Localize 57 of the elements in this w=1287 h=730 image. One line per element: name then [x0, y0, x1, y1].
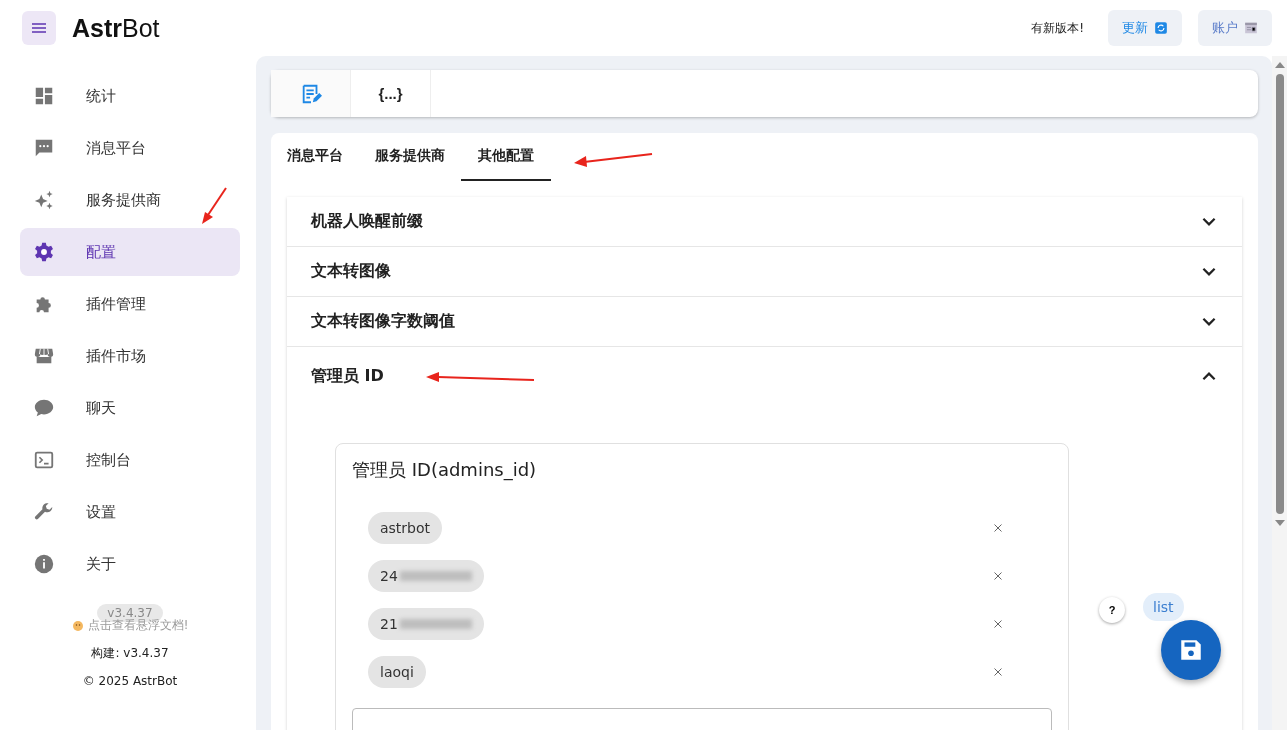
settings-icon: [33, 241, 55, 263]
close-icon: [992, 570, 1004, 582]
tab[interactable]: 服务提供商: [359, 133, 461, 181]
tab[interactable]: 消息平台: [271, 133, 359, 181]
copyright: © 2025 AstrBot: [82, 674, 178, 688]
terminal-icon: [33, 449, 55, 471]
annotation-arrow: [200, 186, 230, 226]
list-item-chip: 21: [368, 608, 484, 640]
field-title: 管理员 ID(admins_id): [352, 458, 538, 482]
sidebar-item[interactable]: 插件市场: [20, 332, 240, 380]
save-icon: [1178, 637, 1204, 663]
update-notice: 有新版本!: [1031, 19, 1084, 37]
panel-header[interactable]: 管理员 ID: [287, 347, 1242, 405]
close-icon: [992, 618, 1004, 630]
chevron-down-icon: [1202, 267, 1216, 276]
account-button[interactable]: 账户: [1198, 10, 1272, 46]
panel-header[interactable]: 机器人唤醒前缀: [287, 197, 1242, 246]
info-icon: [33, 553, 55, 575]
sidebar-item[interactable]: 服务提供商: [20, 176, 240, 224]
remove-button[interactable]: [992, 522, 1004, 534]
remove-button[interactable]: [992, 618, 1004, 630]
panel-header[interactable]: 文本转图像字数阈值: [287, 297, 1242, 346]
emoji-icon: [71, 619, 84, 632]
visual-editor-button[interactable]: [271, 70, 351, 117]
list-item-chip: laoqi: [368, 656, 426, 688]
list-item-chip: astrbot: [368, 512, 443, 544]
remove-button[interactable]: [992, 666, 1004, 678]
sidebar-item[interactable]: 配置: [20, 228, 240, 276]
close-icon: [992, 666, 1004, 678]
chevron-down-icon: [1202, 317, 1216, 326]
chat-bubble-icon: [33, 397, 55, 419]
scrollbar[interactable]: [1272, 56, 1287, 730]
type-chip: list: [1143, 593, 1184, 621]
remove-button[interactable]: [992, 570, 1004, 582]
chevron-down-icon: [1202, 217, 1216, 226]
sidebar-item[interactable]: 控制台: [20, 436, 240, 484]
tab[interactable]: 其他配置: [461, 133, 551, 181]
refresh-icon: [1154, 21, 1168, 35]
code-view-button[interactable]: {...}: [351, 70, 431, 117]
menu-icon: [32, 23, 46, 33]
sidebar-item[interactable]: 统计: [20, 72, 240, 120]
sidebar-item[interactable]: 聊天: [20, 384, 240, 432]
panel-header[interactable]: 文本转图像: [287, 247, 1242, 296]
sidebar-item[interactable]: 消息平台: [20, 124, 240, 172]
dashboard-icon: [33, 85, 55, 107]
menu-button[interactable]: [22, 11, 56, 45]
build-version: 构建: v3.4.37: [91, 645, 169, 662]
sparkle-icon: [33, 189, 55, 211]
app-logo: AstrBot: [72, 13, 160, 43]
close-icon: [992, 522, 1004, 534]
id-card-icon: [1244, 21, 1258, 35]
sidebar-item[interactable]: 插件管理: [20, 280, 240, 328]
chevron-up-icon: [1202, 371, 1216, 381]
list-item-chip: 24: [368, 560, 484, 592]
sidebar-item[interactable]: 设置: [20, 488, 240, 536]
help-button[interactable]: ?: [1099, 597, 1125, 623]
sidebar-item[interactable]: 关于: [20, 540, 240, 588]
